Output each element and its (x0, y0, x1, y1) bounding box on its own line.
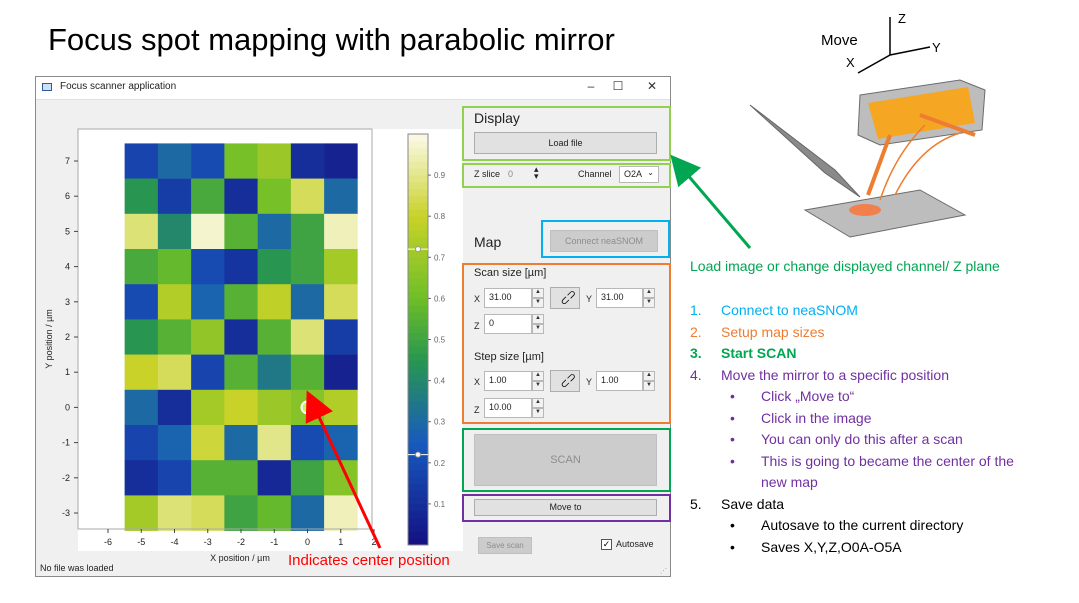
instruction-list: 1. Connect to neaSNOM 2. Setup map sizes 3… (690, 300, 1014, 558)
step-1-text: Connect to neaSNOM (721, 302, 858, 318)
mirror-diagram: Z Y X Move (749, 11, 986, 238)
move-label: Move (821, 32, 858, 49)
list-item: • Autosave to the current directory (730, 517, 964, 533)
axis-z-label: Z (898, 11, 906, 26)
step-5a-text: Autosave to the current directory (761, 517, 964, 533)
list-item: 2. Setup map sizes (690, 323, 825, 340)
step-3-text: Start SCAN (721, 345, 797, 361)
center-arrow (305, 390, 382, 549)
list-item: • You can only do this after a scan (730, 431, 963, 447)
x-axis-line (857, 54, 891, 74)
step-4b-text: Click in the image (761, 409, 872, 426)
step-4c-text: You can only do this after a scan (761, 431, 963, 447)
step-4-text: Move the mirror to a specific position (721, 366, 949, 383)
axis-y-label: Y (932, 40, 941, 55)
display-annotation: Load image or change displayed channel/ … (690, 258, 1000, 274)
step-4d2-text: new map (761, 474, 818, 490)
step-4a-text: Click „Move to“ (761, 388, 855, 404)
step-2-text: Setup map sizes (721, 323, 825, 340)
list-item: • Click „Move to“ (730, 388, 855, 404)
list-item: 3. Start SCAN (690, 345, 797, 361)
list-item: 5. Save data (690, 495, 785, 512)
list-item: • Saves X,Y,Z,O0A-O5A (730, 538, 902, 555)
probe-arrow (749, 104, 861, 198)
list-item: • Click in the image (730, 409, 872, 426)
list-item: 4. Move the mirror to a specific position (690, 366, 949, 383)
axis-x-label: X (846, 55, 855, 70)
focus-spot (849, 204, 881, 216)
center-annotation: Indicates center position (288, 552, 450, 569)
step-5b-text: Saves X,Y,Z,O0A-O5A (761, 538, 902, 555)
list-item: new map (690, 472, 1014, 494)
list-item: • This is going to became the center of t… (730, 452, 1014, 469)
y-axis-line (889, 46, 931, 56)
step-4d-text: This is going to became the center of th… (761, 452, 1014, 469)
step-5-text: Save data (721, 495, 785, 512)
beam-curve-2 (894, 132, 961, 196)
list-item: 1. Connect to neaSNOM (690, 302, 858, 318)
sample-plate (803, 189, 967, 238)
